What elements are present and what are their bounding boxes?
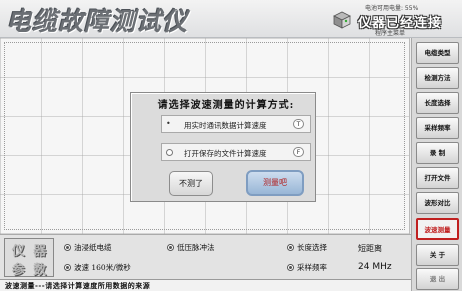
logo-line2: 参 数 xyxy=(11,263,49,278)
selected-bullet-icon: • xyxy=(166,119,171,128)
sidebar-item-length[interactable]: 长度选择 xyxy=(416,92,459,114)
option-open-file[interactable]: 打开保存的文件计算速度 F xyxy=(161,143,311,161)
sample-info: 采样频率 xyxy=(287,262,327,273)
bullet-icon xyxy=(167,244,174,251)
dialog-title: 请选择波速测量的计算方式: xyxy=(157,100,295,111)
bullet-icon xyxy=(287,264,294,271)
app-title: 电缆故障测试仪 xyxy=(6,7,189,36)
cancel-button[interactable]: 不测了 xyxy=(169,171,213,196)
sidebar-item-sample-rate[interactable]: 采样频率 xyxy=(416,117,459,139)
sample-value: 24 MHz xyxy=(358,262,392,272)
cable-type-info: 油浸纸电缆 xyxy=(64,242,112,253)
status-bar: 波速测量---请选择计算速度所用数据的来源 xyxy=(0,279,411,291)
sidebar-item-exit[interactable]: 退 出 xyxy=(416,268,459,290)
sidebar-item-wave-compare[interactable]: 波形对比 xyxy=(416,192,459,214)
logo-line1: 仪 器 xyxy=(11,244,49,259)
app-window: 电缆故障测试仪 电池可用电量: 55% 仪器已经连接 程序主菜单 请选择波速测量… xyxy=(0,0,462,291)
option-realtime-label: 用实时通讯数据计算速度 xyxy=(184,121,267,130)
bullet-icon xyxy=(64,264,71,271)
option-realtime-data[interactable]: • 用实时通讯数据计算速度 T xyxy=(161,115,311,133)
radio-icon xyxy=(166,149,173,156)
measure-button[interactable]: 测量吧 xyxy=(246,170,304,196)
device-icon xyxy=(333,11,351,29)
sidebar-item-cable-type[interactable]: 电缆类型 xyxy=(416,42,459,64)
sidebar-item-about[interactable]: 关 于 xyxy=(416,244,459,266)
sidebar-item-detect-method[interactable]: 检测方法 xyxy=(416,67,459,89)
sidebar-item-wave-speed[interactable]: 波速测量 xyxy=(416,218,459,240)
params-logo: 仪 器 参 数 xyxy=(4,238,54,278)
wave-speed-info: 波速 160米/微秒 xyxy=(64,262,131,273)
sample-label: 采样频率 xyxy=(297,263,327,272)
cable-type-value: 油浸纸电缆 xyxy=(74,243,112,252)
wave-speed-value: 波速 160米/微秒 xyxy=(74,263,131,272)
length-value: 短距离 xyxy=(358,244,382,253)
battery-status: 电池可用电量: 55% xyxy=(365,5,419,12)
sidebar-menu: 电缆类型 检测方法 长度选择 采样频率 录 制 打开文件 波形对比 波速测量 关… xyxy=(411,38,462,291)
bullet-icon xyxy=(287,244,294,251)
option-open-file-label: 打开保存的文件计算速度 xyxy=(184,149,267,158)
menu-caption: 程序主菜单 xyxy=(375,30,406,37)
bullet-icon xyxy=(64,244,71,251)
method-value: 低压脉冲法 xyxy=(177,243,215,252)
sidebar-item-record[interactable]: 录 制 xyxy=(416,142,459,164)
sidebar-item-open-file[interactable]: 打开文件 xyxy=(416,167,459,189)
header: 电缆故障测试仪 电池可用电量: 55% 仪器已经连接 程序主菜单 xyxy=(0,0,462,38)
length-info: 长度选择 xyxy=(287,242,327,253)
shortcut-key-t: T xyxy=(293,119,304,129)
instrument-params-panel: 仪 器 参 数 油浸纸电缆 波速 160米/微秒 低压脉冲法 长度选择 短距离 … xyxy=(0,234,411,279)
speed-method-dialog: 请选择波速测量的计算方式: • 用实时通讯数据计算速度 T 打开保存的文件计算速… xyxy=(130,92,316,202)
length-label: 长度选择 xyxy=(297,243,327,252)
shortcut-key-f: F xyxy=(293,147,304,157)
method-info: 低压脉冲法 xyxy=(167,242,215,253)
